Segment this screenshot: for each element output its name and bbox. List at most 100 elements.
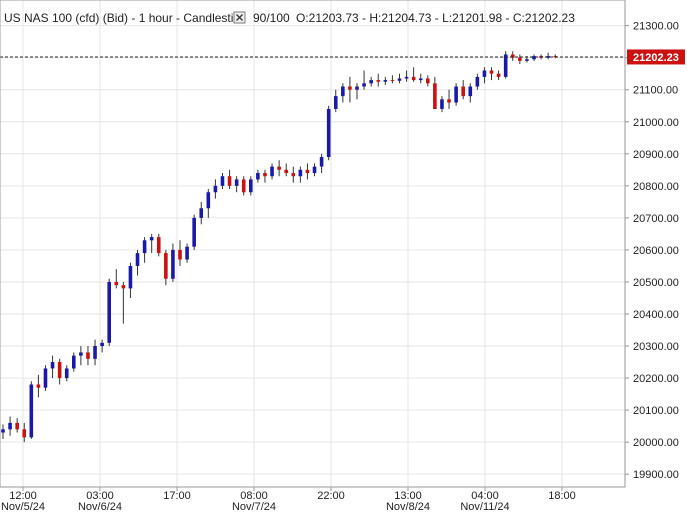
- candle: [8, 416, 12, 436]
- candle-body: [220, 176, 225, 186]
- candle: [518, 54, 522, 65]
- y-tick-label: 20800.00: [633, 181, 679, 193]
- candle-body: [312, 166, 317, 174]
- candle-body: [93, 346, 97, 359]
- candle: [440, 96, 444, 113]
- candle: [510, 51, 515, 61]
- candle: [447, 89, 451, 109]
- candle-body: [496, 73, 501, 77]
- candle-body: [489, 70, 494, 74]
- x-tick-date: Nov/5/24: [1, 501, 45, 513]
- candle-body: [369, 80, 373, 84]
- candle: [454, 83, 458, 106]
- candle: [121, 281, 126, 324]
- candle: [383, 76, 388, 85]
- candle-body: [8, 422, 12, 430]
- candle: [263, 169, 267, 183]
- candle: [319, 153, 324, 174]
- candle-body: [326, 108, 331, 157]
- candle: [249, 176, 253, 196]
- candle-body: [178, 249, 182, 260]
- candle-body: [397, 78, 402, 81]
- candle: [100, 339, 104, 353]
- candle-body: [50, 362, 55, 369]
- candle: [43, 365, 48, 391]
- current-price-tag: 21202.23: [627, 49, 685, 65]
- candle: [1, 424, 5, 439]
- candle: [461, 80, 465, 100]
- candle: [57, 358, 62, 385]
- candle-body: [333, 96, 338, 109]
- candle-body: [241, 179, 246, 193]
- x-axis-ticks: 12:00Nov/5/2403:00Nov/6/2417:00 08:00Nov/…: [1, 487, 576, 513]
- candle-body: [1, 429, 5, 433]
- y-axis-ticks: 19900.00 20000.00 20100.00 20200.00 20300.00…: [625, 21, 679, 481]
- candle: [114, 269, 119, 289]
- candle-body: [418, 78, 423, 81]
- candle: [291, 166, 296, 183]
- candle: [213, 179, 218, 199]
- candle-body: [376, 80, 381, 82]
- y-tick-label: 20300.00: [633, 341, 679, 353]
- candle-body: [482, 70, 487, 77]
- candle: [256, 169, 260, 183]
- candle-body: [227, 176, 232, 186]
- candle: [50, 355, 55, 379]
- candle-body: [249, 179, 253, 193]
- x-tick-time: 17:00: [163, 490, 191, 502]
- candle: [277, 160, 281, 177]
- candle: [362, 70, 366, 90]
- candle: [418, 73, 423, 84]
- candle: [199, 201, 204, 225]
- candle-body: [404, 76, 409, 79]
- candle: [107, 278, 111, 347]
- candle-body: [411, 76, 416, 81]
- candle: [220, 173, 225, 190]
- y-tick-label: 20200.00: [633, 373, 679, 385]
- candle-body: [447, 99, 451, 103]
- bar-counter: 90/100: [253, 11, 290, 25]
- y-tick-label: 19900.00: [633, 469, 679, 481]
- candle-body: [503, 54, 508, 77]
- candle-body: [36, 384, 41, 388]
- y-tick-label: 20500.00: [633, 277, 679, 289]
- x-tick-time: 18:00: [548, 490, 576, 502]
- candle: [135, 249, 140, 276]
- candle-body: [192, 217, 196, 247]
- close-icon[interactable]: [233, 11, 246, 24]
- candle-body: [86, 352, 90, 359]
- x-tick-date: Nov/7/24: [232, 501, 276, 513]
- x-tick-date: Nov/8/24: [386, 501, 430, 513]
- candle: [93, 339, 97, 366]
- candle: [312, 163, 317, 177]
- candle-body: [348, 86, 352, 90]
- candle-body: [22, 429, 27, 438]
- candle-body: [64, 368, 69, 379]
- y-tick-label: 20400.00: [633, 309, 679, 321]
- candle: [185, 243, 189, 263]
- candle: [15, 418, 19, 433]
- candle-body: [433, 83, 437, 109]
- candle: [341, 83, 345, 103]
- candle: [128, 262, 133, 298]
- candle-body: [100, 342, 104, 347]
- candle-body: [149, 237, 154, 241]
- candle: [29, 381, 34, 439]
- candle: [86, 346, 90, 366]
- candle: [164, 249, 168, 286]
- candle-body: [171, 249, 175, 279]
- y-tick-label: 21300.00: [633, 21, 679, 33]
- candle: [546, 52, 550, 60]
- candle-body: [525, 59, 529, 61]
- candle: [433, 76, 437, 109]
- candle-body: [142, 240, 147, 254]
- y-tick-label: 21000.00: [633, 117, 679, 129]
- candle: [390, 75, 395, 84]
- candle: [171, 243, 175, 282]
- candle: [333, 89, 338, 113]
- y-tick-label: 20900.00: [633, 149, 679, 161]
- y-tick-label: 20600.00: [633, 245, 679, 257]
- candle-body: [518, 57, 522, 61]
- candle-body: [277, 166, 281, 170]
- candle: [72, 352, 76, 372]
